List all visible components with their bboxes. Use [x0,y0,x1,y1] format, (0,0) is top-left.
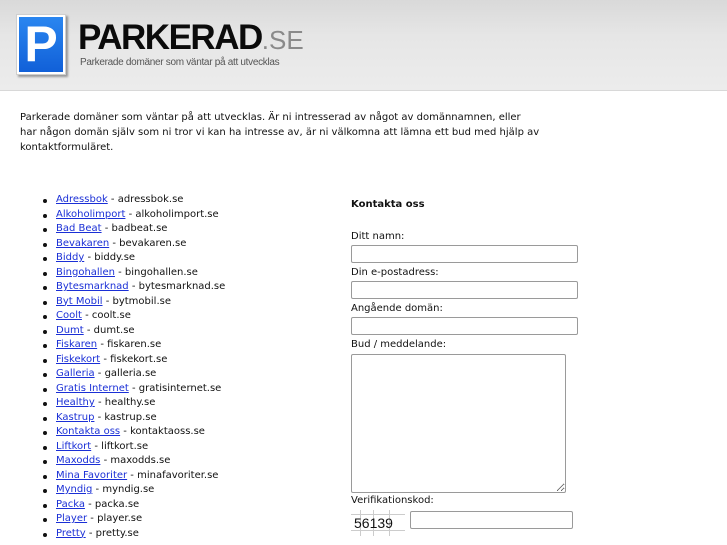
domain-list-item: Coolt - coolt.se [43,309,225,324]
domain-address: - minafavoriter.se [127,469,219,481]
domain-address: - adressbok.se [107,194,184,205]
parking-logo-icon[interactable]: P [16,14,66,75]
domain-address: - fiskaren.se [97,339,162,350]
name-label: Ditt namn: [351,231,405,242]
domain-list-item: Maxodds - maxodds.se [43,454,225,469]
domain-list-item: Gratis Internet - gratisinternet.se [43,382,225,397]
domain-list-item: Healthy - healthy.se [43,396,225,411]
message-label: Bud / meddelande: [351,339,447,350]
captcha-label: Verifikationskod: [351,495,434,506]
domain-label: Angående domän: [351,303,443,314]
domain-address: - player.se [87,513,143,524]
domain-link[interactable]: Byt Mobil [56,296,103,307]
domain-address: - dumt.se [83,324,135,336]
domain-list-item: Bytesmarknad - bytesmarknad.se [43,280,225,295]
domain-link[interactable]: Bytesmarknad [56,281,129,292]
site-header: P PARKERAD.SE Parkerade domäner som vänt… [0,0,727,91]
domain-list-item: Byt Mobil - bytmobil.se [43,295,225,310]
domain-link[interactable]: Kastrup [56,412,94,423]
domain-link[interactable]: Biddy [56,252,84,263]
intro-text: Parkerade domäner som väntar på att utve… [20,112,540,153]
domain-list-item: Alkoholimport - alkoholimport.se [43,208,225,223]
site-brand[interactable]: PARKERAD.SE [78,18,304,60]
domain-link[interactable]: Dumt [56,325,84,336]
domain-address: - bytesmarknad.se [128,281,226,292]
site-tagline: Parkerade domäner som väntar på att utve… [80,57,280,68]
domain-list-item: Mina Favoriter - minafavoriter.se [43,469,225,484]
domain-address: - myndig.se [92,484,155,495]
domain-link[interactable]: Bingohallen [56,267,115,278]
domain-address: - bingohallen.se [114,266,198,278]
domain-link[interactable]: Fiskekort [56,354,100,365]
domain-link[interactable]: Gratis Internet [56,383,129,394]
domain-list-item: Dumt - dumt.se [43,324,225,339]
domain-link[interactable]: Maxodds [56,455,100,466]
domain-link[interactable]: Fiskaren [56,339,97,350]
domain-link[interactable]: Bevakaren [56,238,109,249]
domain-link[interactable]: Myndig [56,484,92,495]
domain-address: - gratisinternet.se [128,382,222,394]
domain-list-item: Kontakta oss - kontaktaoss.se [43,425,225,440]
domain-link[interactable]: Player [56,513,87,524]
domain-address: - healthy.se [94,397,156,408]
captcha-image: 56139 [351,510,405,536]
domain-address: - bytmobil.se [102,295,171,307]
domain-list-item: Kastrup - kastrup.se [43,411,225,426]
domain-address: - pretty.se [85,527,139,539]
domain-list-item: Biddy - biddy.se [43,251,225,266]
domain-list-item: Bingohallen - bingohallen.se [43,266,225,281]
domain-link[interactable]: Packa [56,499,85,510]
domain-address: - fiskekort.se [100,353,168,365]
domain-list-item: Galleria - galleria.se [43,367,225,382]
domain-input[interactable] [351,317,578,335]
captcha-row: 56139 [351,508,591,538]
domain-address: - badbeat.se [101,223,168,234]
domain-list-item: Adressbok - adressbok.se [43,193,225,208]
domain-list-item: Liftkort - liftkort.se [43,440,225,455]
captcha-input[interactable] [410,511,573,529]
logo-letter: P [19,17,63,72]
domain-address: - maxodds.se [100,455,171,466]
domain-list-item: Bevakaren - bevakaren.se [43,237,225,252]
domain-address: - biddy.se [84,252,136,263]
domain-address: - kastrup.se [94,411,157,423]
domain-list-item: Fiskaren - fiskaren.se [43,338,225,353]
domain-address: - galleria.se [94,368,157,379]
domain-link[interactable]: Bad Beat [56,223,102,234]
domain-link[interactable]: Alkoholimport [56,209,125,220]
domain-link[interactable]: Liftkort [56,441,91,452]
domain-address: - kontaktaoss.se [120,426,205,437]
domain-list-item: Pretty - pretty.se [43,527,225,542]
domain-list-item: Myndig - myndig.se [43,483,225,498]
domain-address: - bevakaren.se [109,237,187,249]
domain-link[interactable]: Pretty [56,528,86,539]
brand-tld: .SE [261,25,304,55]
email-label: Din e-postadress: [351,267,439,278]
domain-address: - coolt.se [81,310,131,321]
domain-link[interactable]: Galleria [56,368,95,379]
domain-link[interactable]: Mina Favoriter [56,470,127,481]
brand-name: PARKERAD [78,18,263,57]
domain-list-item: Fiskekort - fiskekort.se [43,353,225,368]
email-input[interactable] [351,281,578,299]
domain-link[interactable]: Kontakta oss [56,426,120,437]
message-textarea[interactable] [351,354,566,493]
domain-link[interactable]: Adressbok [56,194,108,205]
domain-link[interactable]: Coolt [56,310,82,321]
form-title: Kontakta oss [351,199,425,210]
contact-form: Kontakta oss Ditt namn: Din e-postadress… [351,199,591,538]
domain-list-item: Player - player.se [43,512,225,527]
domain-address: - alkoholimport.se [125,208,219,220]
domain-list-item: Bad Beat - badbeat.se [43,222,225,237]
domain-list-item: Packa - packa.se [43,498,225,513]
domain-link[interactable]: Healthy [56,397,95,408]
domain-address: - packa.se [84,498,140,510]
name-input[interactable] [351,245,578,263]
domain-address: - liftkort.se [91,440,149,452]
domain-list: Adressbok - adressbok.se Alkoholimport - … [43,193,225,541]
